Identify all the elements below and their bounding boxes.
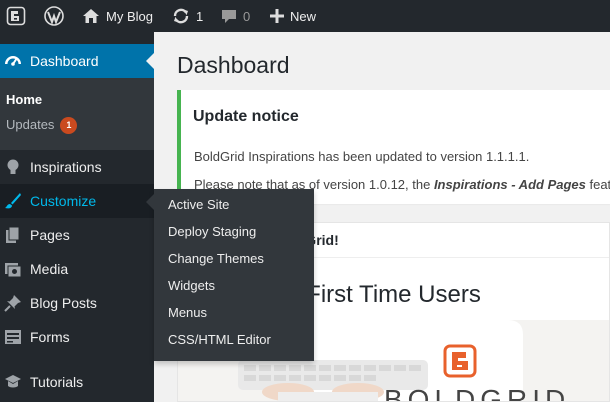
- menu-label-blog-posts: Blog Posts: [30, 295, 97, 311]
- admin-bar: My Blog 1 0 New: [0, 0, 610, 32]
- updates-count: 1: [196, 8, 204, 24]
- pages-icon: [6, 226, 20, 243]
- menu-item-customize[interactable]: Customize: [0, 184, 154, 218]
- lightbulb-icon: [7, 159, 19, 174]
- notice-line-2-em: Inspirations - Add Pages: [433, 177, 586, 192]
- menu-item-dashboard[interactable]: Dashboard: [0, 44, 154, 78]
- menu-item-inspirations[interactable]: Inspirations: [0, 150, 154, 184]
- forms-icon: [5, 330, 21, 344]
- admin-menu: Dashboard Home Updates 1 Inspirations Cus…: [0, 32, 154, 402]
- menu-item-blog-posts[interactable]: Blog Posts: [0, 286, 154, 320]
- current-page-arrow: [146, 53, 154, 69]
- flyout-item-change-themes[interactable]: Change Themes: [168, 251, 264, 266]
- menu-item-tutorials[interactable]: Tutorials: [0, 365, 154, 399]
- flyout-item-menus[interactable]: Menus: [168, 305, 207, 320]
- comments-count: 0: [243, 8, 251, 24]
- home-icon: [83, 9, 99, 23]
- updates-badge: 1: [60, 117, 78, 135]
- wordpress-logo-icon[interactable]: [42, 0, 66, 32]
- paintbrush-icon: [5, 193, 21, 209]
- page-title: Dashboard: [177, 52, 290, 78]
- flyout-arrow: [146, 194, 154, 210]
- submenu-home[interactable]: Home: [6, 92, 42, 107]
- pin-icon: [4, 295, 21, 312]
- updates-link[interactable]: 1: [172, 0, 203, 32]
- tutorials-icon: [5, 375, 21, 388]
- flyout-item-css-html-editor[interactable]: CSS/HTML Editor: [168, 332, 271, 347]
- flyout-item-active-site[interactable]: Active Site: [168, 197, 229, 212]
- notice-heading: Update notice: [193, 108, 299, 125]
- updates-icon: [173, 8, 189, 24]
- customize-flyout-menu: Active Site Deploy Staging Change Themes…: [146, 189, 314, 361]
- boldgrid-logo-icon[interactable]: [4, 0, 28, 32]
- menu-item-pages[interactable]: Pages: [0, 218, 154, 252]
- media-icon: [5, 263, 22, 278]
- submenu-updates[interactable]: Updates 1: [6, 117, 78, 135]
- boldgrid-wordmark: BOLDGRID: [384, 384, 570, 402]
- plus-icon: [270, 9, 284, 23]
- new-label: New: [290, 8, 317, 24]
- menu-item-media[interactable]: Media: [0, 252, 154, 286]
- menu-item-forms[interactable]: Forms: [0, 320, 154, 354]
- menu-label-dashboard: Dashboard: [30, 53, 99, 69]
- flyout-item-deploy-staging[interactable]: Deploy Staging: [168, 224, 256, 239]
- update-notice: Update notice BoldGrid Inspirations has …: [177, 90, 610, 204]
- site-name: My Blog: [106, 8, 153, 24]
- notice-line-2-suffix: feature: [589, 177, 610, 192]
- site-name-link[interactable]: My Blog: [82, 0, 153, 32]
- flyout-item-widgets[interactable]: Widgets: [168, 278, 215, 293]
- menu-label-inspirations: Inspirations: [30, 159, 102, 175]
- notice-line-1: BoldGrid Inspirations has been updated t…: [194, 149, 530, 164]
- comments-link[interactable]: 0: [221, 0, 250, 32]
- submenu-updates-label: Updates: [6, 117, 55, 132]
- menu-label-tutorials: Tutorials: [30, 374, 84, 390]
- menu-label-forms: Forms: [30, 329, 70, 345]
- menu-label-customize: Customize: [30, 193, 97, 209]
- comment-icon: [222, 10, 236, 23]
- submenu-home-label: Home: [6, 92, 43, 107]
- dashboard-gauge-icon: [5, 56, 21, 66]
- menu-label-media: Media: [30, 261, 69, 277]
- new-content-link[interactable]: New: [270, 0, 316, 32]
- dashboard-submenu: Home Updates 1: [0, 78, 154, 150]
- menu-label-pages: Pages: [30, 227, 70, 243]
